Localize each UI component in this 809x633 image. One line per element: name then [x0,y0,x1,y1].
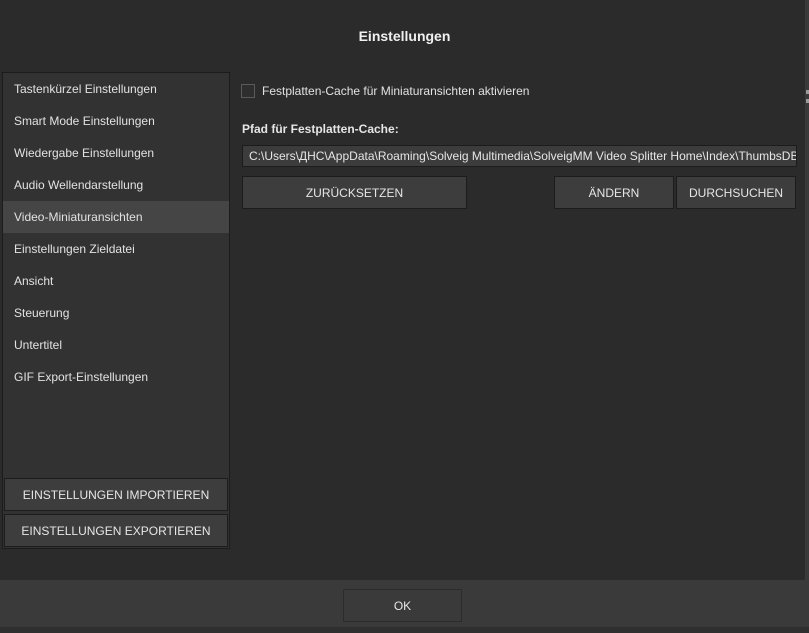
change-button[interactable]: ÄNDERN [554,176,674,209]
settings-sidebar: Tastenkürzel Einstellungen Smart Mode Ei… [2,72,230,549]
sidebar-item-steuerung[interactable]: Steuerung [3,297,229,329]
sidebar-item-gif-export[interactable]: GIF Export-Einstellungen [3,361,229,393]
reset-button[interactable]: ZURÜCKSETZEN [242,176,467,209]
browse-button[interactable]: DURCHSUCHEN [676,176,796,209]
footer-bottom-strip [0,627,809,633]
sidebar-item-audio-wellen[interactable]: Audio Wellendarstellung [3,169,229,201]
sidebar-item-video-miniaturansichten[interactable]: Video-Miniaturansichten [3,201,229,233]
window-right-edge [805,0,809,633]
ok-button[interactable]: OK [343,589,462,622]
disk-cache-option: Festplatten-Cache für Miniaturansichten … [241,82,529,100]
sidebar-item-ansicht[interactable]: Ansicht [3,265,229,297]
sidebar-item-smart-mode[interactable]: Smart Mode Einstellungen [3,105,229,137]
import-settings-button[interactable]: EINSTELLUNGEN IMPORTIEREN [4,478,228,511]
dialog-title: Einstellungen [358,28,451,44]
sidebar-item-zieldatei[interactable]: Einstellungen Zieldatei [3,233,229,265]
sidebar-item-untertitel[interactable]: Untertitel [3,329,229,361]
cache-path-label: Pfad für Festplatten-Cache: [242,122,399,136]
export-settings-button[interactable]: EINSTELLUNGEN EXPORTIEREN [4,514,228,547]
sidebar-item-wiedergabe[interactable]: Wiedergabe Einstellungen [3,137,229,169]
cache-path-field[interactable]: C:\Users\ДНС\AppData\Roaming\Solveig Mul… [242,145,797,167]
sidebar-item-tastenkuerzel[interactable]: Tastenkürzel Einstellungen [3,73,229,105]
disk-cache-checkbox[interactable] [241,84,255,98]
disk-cache-checkbox-label[interactable]: Festplatten-Cache für Miniaturansichten … [262,84,529,98]
